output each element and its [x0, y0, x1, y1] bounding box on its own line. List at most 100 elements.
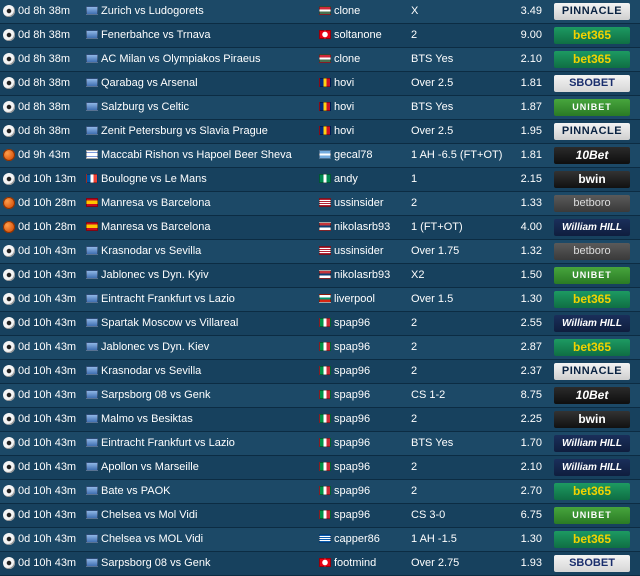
tip-row[interactable]: 0d 10h 43m Krasnodar vs Sevilla ussinsider… [0, 240, 640, 264]
match-link[interactable]: Maccabi Rishon vs Hapoel Beer Sheva [101, 144, 313, 167]
tip-row[interactable]: 0d 10h 43m Sarpsborg 08 vs Genk footmind Ov… [0, 552, 640, 576]
bookmaker-logo-button[interactable]: bet365 [554, 27, 630, 44]
match-link[interactable]: Zurich vs Ludogorets [101, 0, 313, 23]
match-link[interactable]: Sarpsborg 08 vs Genk [101, 384, 313, 407]
bookmaker-logo-button[interactable]: bet365 [554, 531, 630, 548]
tipster-link[interactable]: footmind [334, 552, 406, 575]
bookmaker-logo-button[interactable]: betboro [554, 195, 630, 212]
match-link[interactable]: Bate vs PAOK [101, 480, 313, 503]
tipster-link[interactable]: spap96 [334, 456, 406, 479]
match-link[interactable]: Manresa vs Barcelona [101, 216, 313, 239]
bookmaker-logo-button[interactable]: William HILL [554, 219, 630, 236]
tip-row[interactable]: 0d 10h 28m Manresa vs Barcelona nikolasrb9… [0, 216, 640, 240]
bookmaker-logo-button[interactable]: bet365 [554, 483, 630, 500]
tipster-link[interactable]: liverpool [334, 288, 406, 311]
tip-row[interactable]: 0d 10h 43m Krasnodar vs Sevilla spap96 2 2.3… [0, 360, 640, 384]
bookmaker-logo-button[interactable]: PINNACLE [554, 363, 630, 380]
match-link[interactable]: Qarabag vs Arsenal [101, 72, 313, 95]
tipster-link[interactable]: spap96 [334, 384, 406, 407]
bookmaker-logo-button[interactable]: betboro [554, 243, 630, 260]
tip-row[interactable]: 0d 10h 43m Malmo vs Besiktas spap96 2 2.25 bw… [0, 408, 640, 432]
tip-row[interactable]: 0d 10h 43m Jablonec vs Dyn. Kiev spap96 2 2.… [0, 336, 640, 360]
match-link[interactable]: Malmo vs Besiktas [101, 408, 313, 431]
tip-row[interactable]: 0d 10h 43m Eintracht Frankfurt vs Lazio sp… [0, 432, 640, 456]
tip-row[interactable]: 0d 10h 43m Chelsea vs MOL Vidi capper86 1 A… [0, 528, 640, 552]
match-link[interactable]: Jablonec vs Dyn. Kyiv [101, 264, 313, 287]
tip-row[interactable]: 0d 10h 43m Bate vs PAOK spap96 2 2.70 bet365 [0, 480, 640, 504]
match-link[interactable]: Eintracht Frankfurt vs Lazio [101, 432, 313, 455]
tip-row[interactable]: 0d 10h 43m Eintracht Frankfurt vs Lazio li… [0, 288, 640, 312]
tip-row[interactable]: 0d 10h 43m Spartak Moscow vs Villareal spa… [0, 312, 640, 336]
tipster-link[interactable]: nikolasrb93 [334, 264, 406, 287]
tipster-link[interactable]: spap96 [334, 480, 406, 503]
tipster-link[interactable]: ussinsider [334, 192, 406, 215]
bookmaker-logo-button[interactable]: SBOBET [554, 75, 630, 92]
match-link[interactable]: Manresa vs Barcelona [101, 192, 313, 215]
tip-row[interactable]: 0d 8h 38m Fenerbahce vs Trnava soltanone 2 9… [0, 24, 640, 48]
tip-row[interactable]: 0d 8h 38m Salzburg vs Celtic hovi BTS Yes 1.… [0, 96, 640, 120]
bookmaker-logo-button[interactable]: UNIBET [554, 507, 630, 524]
match-link[interactable]: Salzburg vs Celtic [101, 96, 313, 119]
tipster-link[interactable]: spap96 [334, 408, 406, 431]
bookmaker-logo-button[interactable]: UNIBET [554, 99, 630, 116]
odds: 2.70 [520, 485, 542, 497]
tipster-link[interactable]: hovi [334, 96, 406, 119]
bookmaker-logo-button[interactable]: bwin [554, 171, 630, 188]
bookmaker-logo-button[interactable]: bet365 [554, 51, 630, 68]
match-link[interactable]: Krasnodar vs Sevilla [101, 360, 313, 383]
tipster-link[interactable]: gecal78 [334, 144, 406, 167]
user-flag-icon [319, 240, 331, 263]
bookmaker-logo-button[interactable]: William HILL [554, 315, 630, 332]
tipster-link[interactable]: spap96 [334, 336, 406, 359]
bookmaker-logo-button[interactable]: PINNACLE [554, 123, 630, 140]
tipster-link[interactable]: spap96 [334, 360, 406, 383]
tip-row[interactable]: 0d 10h 43m Apollon vs Marseille spap96 2 2.1… [0, 456, 640, 480]
tip-row[interactable]: 0d 10h 43m Chelsea vs Mol Vidi spap96 CS 3-… [0, 504, 640, 528]
bookmaker-logo-button[interactable]: 10Bet [554, 387, 630, 404]
tip-row[interactable]: 0d 10h 43m Sarpsborg 08 vs Genk spap96 CS 1… [0, 384, 640, 408]
tipster-link[interactable]: andy [334, 168, 406, 191]
tip-row[interactable]: 0d 8h 38m Zenit Petersburg vs Slavia Prag… [0, 120, 640, 144]
tipster-link[interactable]: soltanone [334, 24, 406, 47]
bookmaker-logo-button[interactable]: bet365 [554, 339, 630, 356]
tipster-link[interactable]: capper86 [334, 528, 406, 551]
tip-row[interactable]: 0d 8h 38m Zurich vs Ludogorets clone X 3.49 P… [0, 0, 640, 24]
bookmaker-logo-button[interactable]: bwin [554, 411, 630, 428]
tip-row[interactable]: 0d 10h 43m Jablonec vs Dyn. Kyiv nikolasrb… [0, 264, 640, 288]
match-link[interactable]: Eintracht Frankfurt vs Lazio [101, 288, 313, 311]
tip-row[interactable]: 0d 8h 38m AC Milan vs Olympiakos Piraeus c… [0, 48, 640, 72]
soccer-icon [3, 432, 17, 455]
bookmaker-logo-button[interactable]: William HILL [554, 435, 630, 452]
match-link[interactable]: Spartak Moscow vs Villareal [101, 312, 313, 335]
match-link[interactable]: Jablonec vs Dyn. Kiev [101, 336, 313, 359]
match-link[interactable]: Apollon vs Marseille [101, 456, 313, 479]
tip-row[interactable]: 0d 10h 28m Manresa vs Barcelona ussinsider… [0, 192, 640, 216]
bookmaker-logo-button[interactable]: bet365 [554, 291, 630, 308]
bookmaker-logo-button[interactable]: William HILL [554, 459, 630, 476]
tipster-link[interactable]: spap96 [334, 312, 406, 335]
bookmaker-logo-button[interactable]: SBOBET [554, 555, 630, 572]
tipster-link[interactable]: clone [334, 48, 406, 71]
tipster-link[interactable]: spap96 [334, 432, 406, 455]
bookmaker-logo-button[interactable]: 10Bet [554, 147, 630, 164]
match-link[interactable]: Chelsea vs MOL Vidi [101, 528, 313, 551]
tipster-link[interactable]: spap96 [334, 504, 406, 527]
tipster-link[interactable]: nikolasrb93 [334, 216, 406, 239]
match-link[interactable]: Fenerbahce vs Trnava [101, 24, 313, 47]
tipster-link[interactable]: clone [334, 0, 406, 23]
match-link[interactable]: Sarpsborg 08 vs Genk [101, 552, 313, 575]
match-link[interactable]: Krasnodar vs Sevilla [101, 240, 313, 263]
match-link[interactable]: Chelsea vs Mol Vidi [101, 504, 313, 527]
bookmaker-logo-button[interactable]: UNIBET [554, 267, 630, 284]
tipster-link[interactable]: hovi [334, 72, 406, 95]
tipster-link[interactable]: hovi [334, 120, 406, 143]
soccer-icon [3, 288, 17, 311]
bookmaker-logo-button[interactable]: PINNACLE [554, 3, 630, 20]
tip-row[interactable]: 0d 9h 43m Maccabi Rishon vs Hapoel Beer S… [0, 144, 640, 168]
tip-row[interactable]: 0d 10h 13m Boulogne vs Le Mans andy 1 2.15 bw… [0, 168, 640, 192]
tipster-link[interactable]: ussinsider [334, 240, 406, 263]
tip-row[interactable]: 0d 8h 38m Qarabag vs Arsenal hovi Over 2.5 1… [0, 72, 640, 96]
match-link[interactable]: AC Milan vs Olympiakos Piraeus [101, 48, 313, 71]
match-link[interactable]: Boulogne vs Le Mans [101, 168, 313, 191]
match-link[interactable]: Zenit Petersburg vs Slavia Prague [101, 120, 313, 143]
